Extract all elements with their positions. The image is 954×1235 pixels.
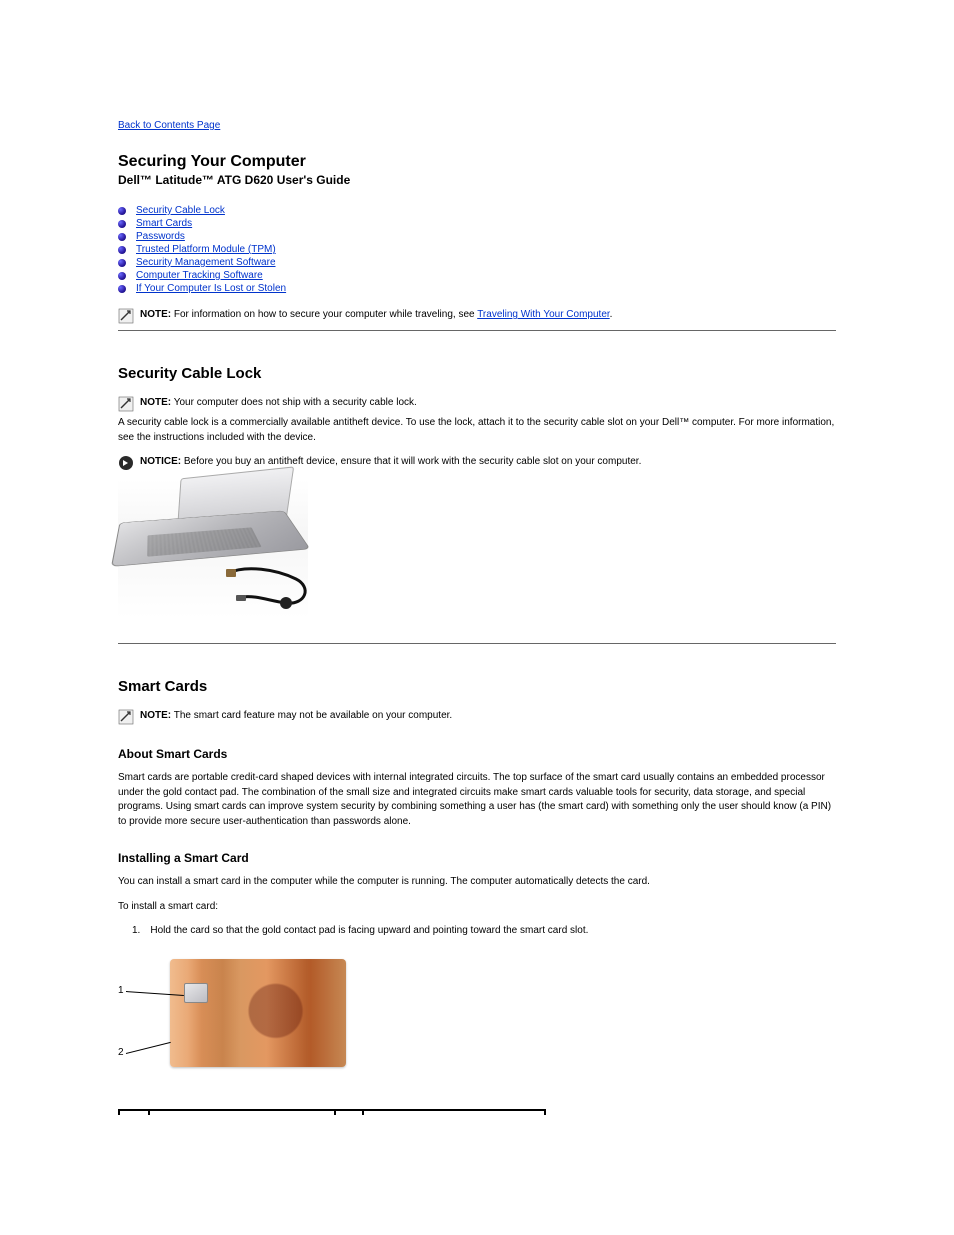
note-body: The smart card feature may not be availa… (171, 710, 452, 721)
toc-item: If Your Computer Is Lost or Stolen (118, 283, 836, 294)
body-security-cable-lock: A security cable lock is a commercially … (118, 416, 836, 445)
bullet-icon (118, 207, 126, 215)
note-row-smartcard-avail: NOTE: The smart card feature may not be … (118, 709, 836, 725)
note-label: NOTE: (140, 309, 171, 320)
notice-label: NOTICE: (140, 456, 181, 467)
note-label: NOTE: (140, 397, 171, 408)
callout-line (126, 1041, 171, 1053)
table-top-border (118, 1109, 546, 1115)
heading-installing-smart-card: Installing a Smart Card (118, 851, 836, 865)
body-installing-smart-card: You can install a smart card in the comp… (118, 875, 836, 890)
note-row-travel: NOTE: For information on how to secure y… (118, 308, 836, 331)
step-number: 1. (132, 924, 140, 939)
toc-link-tracking[interactable]: Computer Tracking Software (136, 270, 263, 281)
bullet-icon (118, 259, 126, 267)
note-body: Your computer does not ship with a secur… (171, 397, 417, 408)
toc-item: Trusted Platform Module (TPM) (118, 244, 836, 255)
figure-smart-card: 1 2 (118, 955, 354, 1085)
bullet-icon (118, 272, 126, 280)
bullet-icon (118, 233, 126, 241)
note-icon (118, 396, 134, 412)
body-about-smart-cards: Smart cards are portable credit-card sha… (118, 771, 836, 829)
note-suffix: . (610, 309, 613, 320)
toc-item: Security Cable Lock (118, 205, 836, 216)
steps-intro: To install a smart card: (118, 900, 836, 915)
bullet-icon (118, 220, 126, 228)
notice-icon (118, 455, 134, 471)
toc-item: Security Management Software (118, 257, 836, 268)
toc-item: Smart Cards (118, 218, 836, 229)
note-body: For information on how to secure your co… (171, 309, 477, 320)
toc-link-lost-stolen[interactable]: If Your Computer Is Lost or Stolen (136, 283, 286, 294)
toc-link-tpm[interactable]: Trusted Platform Module (TPM) (136, 244, 276, 255)
step-1: 1. Hold the card so that the gold contac… (118, 924, 836, 939)
callout-2: 2 (118, 1047, 124, 1058)
heading-about-smart-cards: About Smart Cards (118, 747, 836, 761)
notice-row-antitheft: NOTICE: Before you buy an antitheft devi… (118, 455, 836, 471)
step-text: Hold the card so that the gold contact p… (150, 924, 588, 939)
toc-item: Passwords (118, 231, 836, 242)
back-to-contents-link[interactable]: Back to Contents Page (118, 120, 220, 131)
page-title: Securing Your Computer (118, 153, 836, 171)
note-text: NOTE: The smart card feature may not be … (140, 709, 452, 723)
note-link-traveling[interactable]: Traveling With Your Computer (477, 309, 609, 320)
toc-item: Computer Tracking Software (118, 270, 836, 281)
toc-link-smart-cards[interactable]: Smart Cards (136, 218, 192, 229)
smart-card-chip (184, 983, 208, 1003)
note-text: NOTE: Your computer does not ship with a… (140, 396, 417, 410)
bullet-icon (118, 285, 126, 293)
heading-smart-cards: Smart Cards (118, 678, 836, 695)
callout-1: 1 (118, 985, 124, 996)
notice-text: NOTICE: Before you buy an antitheft devi… (140, 455, 641, 469)
note-icon (118, 308, 134, 324)
table-of-contents: Security Cable Lock Smart Cards Password… (118, 205, 836, 294)
note-icon (118, 709, 134, 725)
smart-card-image (170, 959, 346, 1067)
notice-body: Before you buy an antitheft device, ensu… (181, 456, 641, 467)
toc-link-security-cable-lock[interactable]: Security Cable Lock (136, 205, 225, 216)
section-separator (118, 643, 836, 644)
figure-laptop-lock (118, 479, 308, 619)
note-text: NOTE: For information on how to secure y… (140, 308, 612, 322)
heading-security-cable-lock: Security Cable Lock (118, 365, 836, 382)
page-subtitle: Dell™ Latitude™ ATG D620 User's Guide (118, 173, 836, 187)
bullet-icon (118, 246, 126, 254)
toc-link-passwords[interactable]: Passwords (136, 231, 185, 242)
note-label: NOTE: (140, 710, 171, 721)
note-row-no-lock: NOTE: Your computer does not ship with a… (118, 396, 836, 412)
toc-link-security-mgmt[interactable]: Security Management Software (136, 257, 276, 268)
